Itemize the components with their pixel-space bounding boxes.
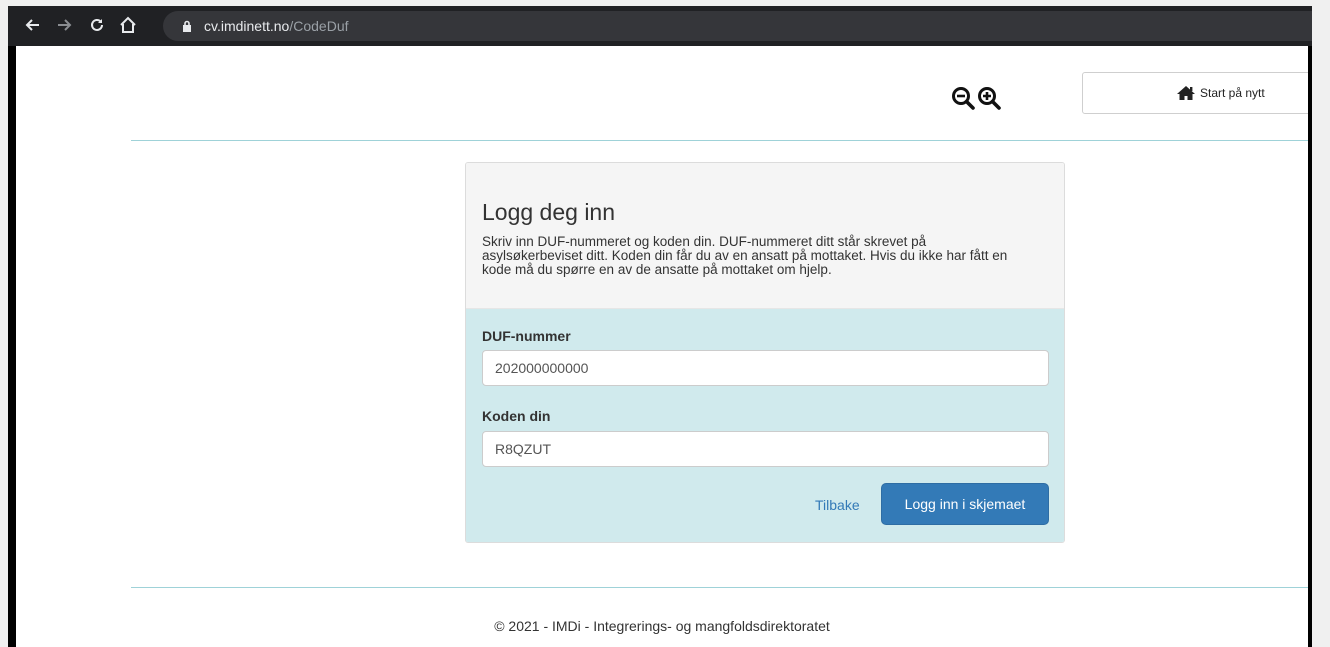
home-icon[interactable] <box>117 14 139 36</box>
back-arrow-icon[interactable] <box>22 14 44 36</box>
footer-copyright: © 2021 - IMDi - Integrerings- og mangfol… <box>494 618 830 634</box>
login-form: DUF-nummer Koden din Tilbake Logg inn i … <box>466 309 1064 542</box>
url-path: /CodeDuf <box>289 18 349 34</box>
reload-icon[interactable] <box>86 14 108 36</box>
start-over-label: Start på nytt <box>1200 86 1265 100</box>
url-text[interactable]: cv.imdinett.no/CodeDuf <box>204 18 349 34</box>
duf-number-label: DUF-nummer <box>482 328 571 344</box>
duf-number-input[interactable] <box>482 350 1049 386</box>
code-input[interactable] <box>482 431 1049 467</box>
forward-arrow-icon[interactable] <box>53 14 75 36</box>
back-link[interactable]: Tilbake <box>815 497 860 513</box>
login-title: Logg deg inn <box>482 199 616 225</box>
url-host: cv.imdinett.no <box>204 18 290 34</box>
login-card-header: Logg deg inn Skriv inn DUF-nummeret og k… <box>466 163 1064 309</box>
screen-frame: cv.imdinett.no/CodeDuf Start på nytt Log… <box>8 6 1312 647</box>
login-card: Logg deg inn Skriv inn DUF-nummeret og k… <box>465 162 1065 543</box>
code-label: Koden din <box>482 408 551 424</box>
browser-toolbar: cv.imdinett.no/CodeDuf <box>8 6 1312 46</box>
start-over-button[interactable]: Start på nytt <box>1082 72 1308 114</box>
address-bar[interactable]: cv.imdinett.no/CodeDuf <box>163 11 1312 41</box>
zoom-in-icon[interactable] <box>977 84 1001 112</box>
house-icon <box>1177 86 1195 100</box>
zoom-out-icon[interactable] <box>951 84 975 112</box>
login-submit-button[interactable]: Logg inn i skjemaet <box>881 483 1049 525</box>
footer-divider <box>131 587 1308 588</box>
page-content: Start på nytt Logg deg inn Skriv inn DUF… <box>16 46 1308 647</box>
login-description: Skriv inn DUF-nummeret og koden din. DUF… <box>482 234 1008 277</box>
header-divider <box>131 140 1308 141</box>
lock-icon <box>182 19 194 33</box>
